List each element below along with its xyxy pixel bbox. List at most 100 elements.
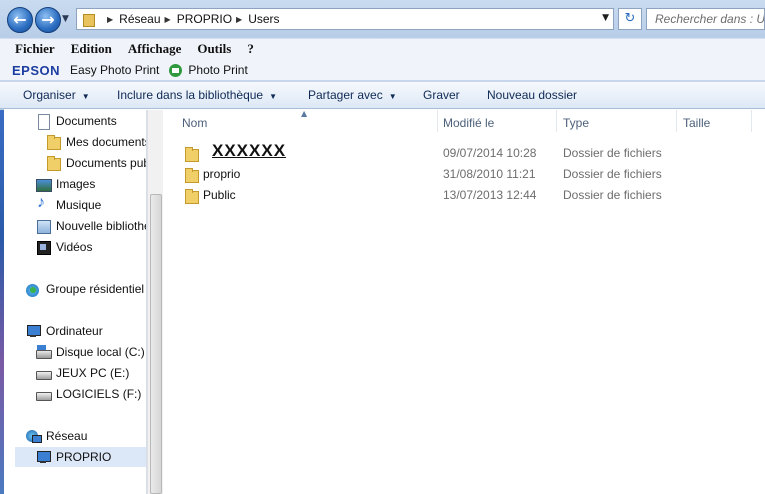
sidebar-item-reseau[interactable]: Réseau [25, 426, 87, 446]
sidebar-item-jeux-pc[interactable]: JEUX PC (E:) [35, 363, 129, 383]
epson-logo: EPSON [12, 62, 61, 78]
sidebar-item-label: Groupe résidentiel [46, 282, 145, 296]
window-edge [0, 110, 4, 494]
forward-button[interactable]: → [35, 7, 61, 33]
sidebar-item-proprio[interactable]: PROPRIO [15, 447, 146, 467]
sidebar-item-label: Ordinateur [46, 324, 103, 338]
breadcrumb-reseau[interactable]: Réseau [119, 12, 160, 26]
file-type: Dossier de fichiers [563, 188, 662, 202]
folder-icon [183, 188, 199, 204]
dropdown-arrow-icon: ▼ [388, 92, 397, 101]
dropdown-arrow-icon: ▼ [269, 92, 278, 101]
column-header-name[interactable]: Nom [182, 116, 207, 136]
chevron-right-icon[interactable]: ▶ [236, 15, 242, 24]
organize-button[interactable]: Organiser ▼ [23, 88, 90, 102]
file-modified: 13/07/2013 12:44 [443, 188, 537, 202]
file-type: Dossier de fichiers [563, 167, 662, 181]
organize-label: Organiser [23, 88, 76, 102]
images-library-icon [35, 176, 52, 192]
file-row[interactable]: XXXXXX 09/07/2014 10:28 Dossier de fichi… [164, 141, 765, 164]
folder-icon [81, 12, 95, 27]
local-disk-icon [35, 344, 52, 360]
column-header-size[interactable]: Taille [683, 116, 710, 136]
address-box[interactable]: ▶ Réseau ▶ PROPRIO ▶ Users ▼ [76, 8, 614, 30]
column-header-modified[interactable]: Modifié le [443, 116, 494, 136]
command-toolbar: Organiser ▼ Inclure dans la bibliothèque ▼… [0, 82, 765, 109]
file-type: Dossier de fichiers [563, 146, 662, 160]
menu-edition[interactable]: Edition [71, 41, 112, 57]
folder-icon [45, 155, 61, 171]
sidebar-item-mes-documents[interactable]: Mes documents [45, 132, 146, 152]
address-dropdown-icon[interactable]: ▼ [602, 13, 609, 23]
documents-library-icon [35, 113, 51, 130]
sidebar-item-label: Nouvelle bibliothèque [56, 219, 146, 233]
file-name: Public [203, 188, 236, 202]
sidebar-item-nouvelle-bibliotheque[interactable]: Nouvelle bibliothèque [35, 216, 146, 236]
column-separator[interactable] [676, 110, 677, 132]
sidebar-item-documents[interactable]: Documents [35, 111, 117, 131]
column-separator[interactable] [556, 110, 557, 132]
include-library-label: Inclure dans la bibliothèque [117, 88, 264, 102]
sidebar-item-label: Musique [56, 198, 102, 212]
easy-photo-print-button[interactable]: Easy Photo Print [70, 63, 159, 77]
file-row[interactable]: proprio 31/08/2010 11:21 Dossier de fich… [164, 164, 765, 185]
share-label: Partager avec [308, 88, 383, 102]
menu-affichage[interactable]: Affichage [128, 41, 181, 57]
chevron-right-icon[interactable]: ▶ [165, 15, 171, 24]
sidebar-item-ordinateur[interactable]: Ordinateur [25, 321, 103, 341]
sidebar-item-label: Documents publics [66, 156, 146, 170]
computer-icon [25, 323, 41, 339]
column-separator[interactable] [437, 110, 438, 132]
sidebar-item-label: Vidéos [56, 240, 93, 254]
photo-print-icon [169, 63, 183, 77]
navigation-pane[interactable]: Documents Mes documents Documents public… [0, 110, 147, 494]
photo-print-button[interactable]: Photo Print [188, 63, 247, 77]
sidebar-item-disque-local[interactable]: Disque local (C:) [35, 342, 145, 362]
column-header-type[interactable]: Type [563, 116, 589, 136]
sidebar-scrollbar[interactable] [147, 110, 163, 494]
dropdown-arrow-icon: ▼ [81, 92, 90, 101]
sort-ascending-icon: ▲ [301, 109, 308, 118]
folder-icon [183, 146, 199, 162]
scrollbar-thumb[interactable] [150, 194, 162, 494]
back-button[interactable]: ← [7, 7, 33, 33]
drive-icon [35, 386, 52, 402]
music-library-icon [35, 194, 51, 213]
file-name: proprio [203, 167, 241, 181]
breadcrumb-users[interactable]: Users [248, 12, 279, 26]
sidebar-item-documents-publics[interactable]: Documents publics [45, 153, 146, 173]
file-modified: 09/07/2014 10:28 [443, 146, 537, 160]
address-bar-area: ← → ▼ ▶ Réseau ▶ PROPRIO ▶ Users ▼ ↻ Rec… [0, 0, 765, 38]
column-separator[interactable] [751, 110, 752, 132]
videos-library-icon [35, 239, 51, 255]
menu-fichier[interactable]: Fichier [15, 41, 55, 57]
search-input[interactable]: Rechercher dans : Users [646, 8, 765, 30]
homegroup-icon [25, 281, 41, 297]
burn-button[interactable]: Graver [423, 88, 460, 102]
menu-help[interactable]: ? [247, 41, 254, 57]
file-modified: 31/08/2010 11:21 [443, 167, 536, 181]
sidebar-item-musique[interactable]: Musique [35, 194, 102, 215]
recent-pages-dropdown[interactable]: ▼ [62, 14, 69, 24]
network-computer-icon [35, 449, 51, 465]
breadcrumb-proprio[interactable]: PROPRIO [177, 12, 232, 26]
network-icon [25, 428, 42, 444]
sidebar-item-label: JEUX PC (E:) [56, 366, 130, 380]
chevron-right-icon[interactable]: ▶ [107, 15, 113, 24]
refresh-button[interactable]: ↻ [618, 8, 642, 30]
sidebar-item-label: Réseau [46, 429, 88, 443]
sidebar-item-groupe-residentiel[interactable]: Groupe résidentiel [25, 279, 144, 299]
sidebar-item-label: LOGICIELS (F:) [56, 387, 142, 401]
sidebar-item-videos[interactable]: Vidéos [35, 237, 92, 257]
menu-outils[interactable]: Outils [197, 41, 231, 57]
sidebar-item-images[interactable]: Images [35, 174, 95, 194]
sidebar-item-logiciels[interactable]: LOGICIELS (F:) [35, 384, 141, 404]
folder-icon [183, 167, 199, 183]
file-row[interactable]: Public 13/07/2013 12:44 Dossier de fichi… [164, 185, 765, 206]
file-list[interactable]: ▲ Nom Modifié le Type Taille XXXXXX 09/0… [164, 109, 765, 494]
new-folder-button[interactable]: Nouveau dossier [487, 88, 577, 102]
sidebar-item-label: Documents [56, 114, 117, 128]
share-button[interactable]: Partager avec ▼ [308, 88, 397, 102]
file-name: XXXXXX [212, 141, 287, 160]
include-library-button[interactable]: Inclure dans la bibliothèque ▼ [117, 88, 277, 102]
